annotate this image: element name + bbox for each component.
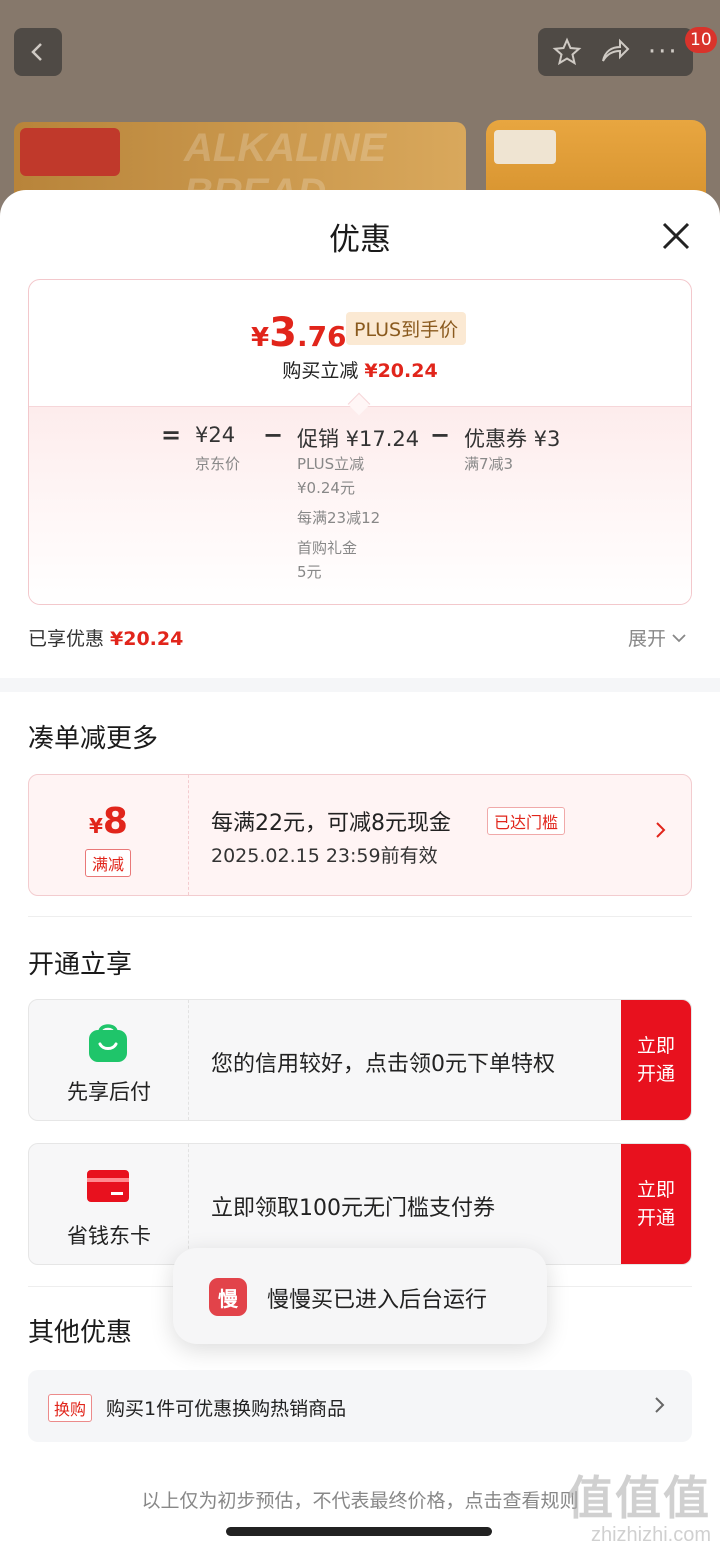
enjoyed-label: 已享优惠: [28, 628, 105, 650]
coupon-total: 优惠券 ¥3: [464, 427, 561, 451]
open-card-text: 立即领取100元无门槛支付券: [211, 1196, 495, 1221]
final-price: ¥ 3 .76: [251, 310, 347, 356]
expand-button[interactable]: 展开: [628, 624, 686, 651]
section-title-other: 其他优惠: [28, 1318, 133, 1348]
coupon-expiry: 2025.02.15 23:59前有效: [211, 845, 438, 867]
watermark-logo: 值值值: [567, 1471, 711, 1525]
expand-label: 展开: [628, 628, 667, 650]
price-decimal: .76: [296, 320, 347, 353]
plus-price-tag: PLUS到手价: [346, 312, 467, 345]
open-card-name: 省钱东卡: [67, 1224, 151, 1248]
coupon-status-badge: 已达门槛: [487, 807, 566, 835]
open-card-brand: 先享后付: [29, 1000, 189, 1120]
promo-item: 每满23减12: [297, 509, 381, 527]
section-divider: [0, 678, 720, 692]
star-icon[interactable]: [552, 37, 582, 67]
open-card-pay-later[interactable]: 先享后付 您的信用较好，点击领0元下单特权 立即开通: [28, 999, 692, 1121]
price-integer: 3: [269, 310, 297, 356]
promo-item: ¥0.24元: [297, 479, 355, 497]
section-title-open: 开通立享: [28, 950, 133, 980]
open-card-name: 先享后付: [67, 1080, 151, 1104]
brand-logo-secondary: [494, 130, 556, 164]
notification-badge: 10: [685, 27, 717, 53]
promo-item: 5元: [297, 563, 322, 581]
chevron-right-icon: [655, 1397, 665, 1413]
open-card-jd-card[interactable]: 省钱东卡 立即领取100元无门槛支付券 立即开通: [28, 1143, 692, 1265]
coupon-amount: ¥ 8: [89, 801, 128, 842]
jd-price-label: 京东价: [195, 455, 241, 473]
background-product-page: ··· 10 ALKALINE BREAD: [0, 0, 720, 212]
enjoyed-amount: ¥20.24: [110, 628, 184, 650]
promo-total: 促销 ¥17.24: [297, 427, 420, 451]
open-card-text: 您的信用较好，点击领0元下单特权: [211, 1052, 555, 1077]
bag-icon: [89, 1024, 127, 1062]
more-icon[interactable]: ···: [648, 37, 679, 67]
open-card-brand: 省钱东卡: [29, 1144, 189, 1264]
jd-price: ¥24: [195, 423, 236, 447]
background-run-toast: 慢 慢慢买已进入后台运行: [173, 1248, 547, 1344]
promo-item: PLUS立减: [297, 455, 365, 473]
share-icon[interactable]: [599, 37, 631, 67]
site-watermark: 值值值 zhizhizhi.com: [567, 1462, 711, 1547]
coupon-currency: ¥: [89, 814, 103, 838]
sheet-title: 优惠: [329, 222, 391, 258]
discount-sheet: 优惠 ¥ 3 .76 PLUS到手价 购买立减 ¥20.24 = ¥24 京东价 …: [0, 190, 720, 1548]
currency-symbol: ¥: [251, 323, 270, 353]
manmanmai-app-icon: 慢: [209, 1278, 247, 1316]
back-button[interactable]: [14, 28, 62, 76]
card-icon: [87, 1170, 129, 1202]
price-breakdown-card: ¥ 3 .76 PLUS到手价 购买立减 ¥20.24 = ¥24 京东价 − 促…: [28, 279, 692, 605]
instant-discount-label: 购买立减: [282, 360, 359, 382]
section-title-more: 凑单减更多: [28, 724, 159, 754]
coupon-description: 每满22元，可减8元现金: [211, 811, 451, 836]
coupon-value-panel: ¥ 8 满减: [29, 775, 189, 895]
brand-logo: [20, 128, 120, 176]
exchange-offer-text: 购买1件可优惠换购热销商品: [106, 1398, 347, 1420]
sheet-header: 优惠: [0, 190, 720, 280]
minus-sign: −: [263, 421, 284, 449]
home-indicator[interactable]: [226, 1527, 492, 1536]
instant-discount-amount: ¥20.24: [364, 360, 438, 382]
top-action-group: ···: [538, 28, 693, 76]
coupon-value: 8: [102, 801, 128, 842]
exchange-badge: 换购: [48, 1394, 93, 1422]
chevron-left-icon: [31, 43, 42, 61]
minus-sign: −: [430, 421, 451, 449]
chevron-right-icon: [656, 822, 666, 838]
open-now-button[interactable]: 立即开通: [621, 1000, 691, 1120]
toast-text: 慢慢买已进入后台运行: [267, 1288, 488, 1313]
enjoyed-discount: 已享优惠 ¥20.24: [28, 624, 183, 651]
open-now-button[interactable]: 立即开通: [621, 1144, 691, 1264]
coupon-type-badge: 满减: [85, 849, 132, 877]
price-formula: = ¥24 京东价 − 促销 ¥17.24 PLUS立减 ¥0.24元 每满23…: [29, 406, 691, 604]
chevron-down-icon: [672, 633, 686, 642]
divider: [28, 916, 692, 917]
promo-item: 首购礼金: [297, 539, 358, 557]
close-icon[interactable]: [656, 216, 696, 256]
exchange-offer-row[interactable]: 换购 购买1件可优惠换购热销商品: [28, 1370, 692, 1442]
coupon-condition: 满7减3: [464, 455, 514, 473]
instant-discount-line: 购买立减 ¥20.24: [29, 356, 691, 383]
equals-sign: =: [161, 421, 182, 449]
coupon-card[interactable]: ¥ 8 满减 每满22元，可减8元现金 已达门槛 2025.02.15 23:5…: [28, 774, 692, 896]
